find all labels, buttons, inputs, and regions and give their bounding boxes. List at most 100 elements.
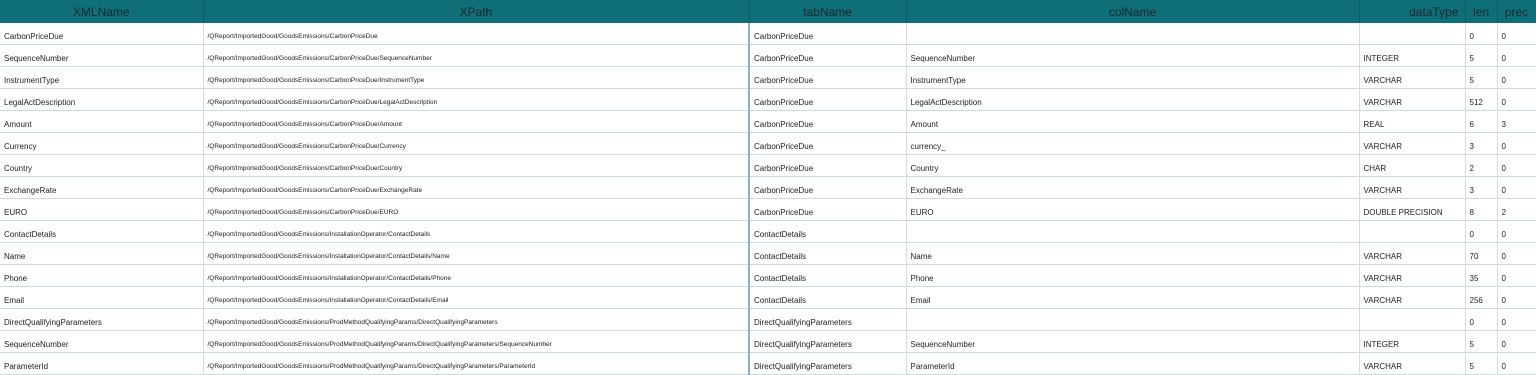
cell-len[interactable]: 3 (1465, 132, 1498, 155)
cell-datatype[interactable]: VARCHAR (1359, 264, 1466, 287)
cell-colname[interactable]: Phone (906, 264, 1360, 287)
table-row[interactable]: Phone/QReport/ImportedGood/GoodsEmission… (0, 264, 1536, 287)
table-row[interactable]: ParameterId/QReport/ImportedGood/GoodsEm… (0, 352, 1536, 375)
cell-len[interactable]: 0 (1465, 308, 1498, 331)
cell-xpath[interactable]: /QReport/ImportedGood/GoodsEmissions/Ins… (203, 264, 750, 287)
cell-len[interactable]: 5 (1465, 44, 1498, 67)
cell-prec[interactable]: 3 (1497, 110, 1536, 133)
cell-len[interactable]: 0 (1465, 23, 1498, 45)
header-prec[interactable]: prec (1497, 0, 1536, 23)
cell-len[interactable]: 70 (1465, 242, 1498, 265)
cell-tabname[interactable]: ContactDetails (748, 220, 907, 243)
cell-datatype[interactable]: VARCHAR (1359, 132, 1466, 155)
cell-colname[interactable]: currency_ (906, 132, 1360, 155)
cell-tabname[interactable]: ContactDetails (748, 264, 907, 287)
cell-xpath[interactable]: /QReport/ImportedGood/GoodsEmissions/Car… (203, 132, 750, 155)
table-row[interactable]: Currency/QReport/ImportedGood/GoodsEmiss… (0, 132, 1536, 155)
cell-colname[interactable]: InstrumentType (906, 66, 1360, 89)
cell-datatype[interactable]: VARCHAR (1359, 242, 1466, 265)
cell-prec[interactable]: 0 (1497, 242, 1536, 265)
cell-colname[interactable]: SequenceNumber (906, 44, 1360, 67)
cell-len[interactable]: 256 (1465, 286, 1498, 309)
cell-colname[interactable]: Email (906, 286, 1360, 309)
cell-datatype[interactable] (1359, 23, 1466, 45)
cell-datatype[interactable] (1359, 308, 1466, 331)
cell-tabname[interactable]: CarbonPriceDue (748, 176, 907, 199)
cell-xpath[interactable]: /QReport/ImportedGood/GoodsEmissions/Car… (203, 66, 750, 89)
cell-datatype[interactable]: VARCHAR (1359, 176, 1466, 199)
cell-xmlname[interactable]: SequenceNumber (0, 330, 204, 353)
cell-xmlname[interactable]: DirectQualifyingParameters (0, 308, 204, 331)
table-row[interactable]: CarbonPriceDue/QReport/ImportedGood/Good… (0, 23, 1536, 45)
cell-datatype[interactable] (1359, 220, 1466, 243)
table-row[interactable]: InstrumentType/QReport/ImportedGood/Good… (0, 66, 1536, 89)
cell-colname[interactable] (906, 23, 1360, 45)
cell-prec[interactable]: 0 (1497, 286, 1536, 309)
cell-tabname[interactable]: ContactDetails (748, 242, 907, 265)
table-row[interactable]: SequenceNumber/QReport/ImportedGood/Good… (0, 44, 1536, 67)
cell-tabname[interactable]: CarbonPriceDue (748, 44, 907, 67)
cell-tabname[interactable]: DirectQualifyingParameters (748, 308, 907, 331)
table-row[interactable]: DirectQualifyingParameters/QReport/Impor… (0, 308, 1536, 331)
cell-datatype[interactable]: DOUBLE PRECISION (1359, 198, 1466, 221)
cell-xmlname[interactable]: ContactDetails (0, 220, 204, 243)
cell-prec[interactable]: 0 (1497, 44, 1536, 67)
cell-len[interactable]: 0 (1465, 220, 1498, 243)
cell-xmlname[interactable]: Amount (0, 110, 204, 133)
cell-xpath[interactable]: /QReport/ImportedGood/GoodsEmissions/Car… (203, 176, 750, 199)
table-row[interactable]: Country/QReport/ImportedGood/GoodsEmissi… (0, 154, 1536, 177)
cell-prec[interactable]: 0 (1497, 66, 1536, 89)
cell-xpath[interactable]: /QReport/ImportedGood/GoodsEmissions/Ins… (203, 220, 750, 243)
cell-len[interactable]: 5 (1465, 66, 1498, 89)
cell-xpath[interactable]: /QReport/ImportedGood/GoodsEmissions/Car… (203, 88, 750, 111)
cell-xmlname[interactable]: Currency (0, 132, 204, 155)
cell-prec[interactable]: 2 (1497, 198, 1536, 221)
cell-datatype[interactable]: VARCHAR (1359, 352, 1466, 375)
cell-xmlname[interactable]: Name (0, 242, 204, 265)
cell-prec[interactable]: 0 (1497, 220, 1536, 243)
cell-colname[interactable]: EURO (906, 198, 1360, 221)
cell-xpath[interactable]: /QReport/ImportedGood/GoodsEmissions/Car… (203, 23, 750, 45)
header-len[interactable]: len (1465, 0, 1498, 23)
cell-datatype[interactable]: VARCHAR (1359, 286, 1466, 309)
cell-colname[interactable] (906, 308, 1360, 331)
cell-prec[interactable]: 0 (1497, 352, 1536, 375)
table-row[interactable]: Email/QReport/ImportedGood/GoodsEmission… (0, 286, 1536, 309)
cell-tabname[interactable]: CarbonPriceDue (748, 88, 907, 111)
cell-tabname[interactable]: CarbonPriceDue (748, 154, 907, 177)
cell-datatype[interactable]: REAL (1359, 110, 1466, 133)
cell-tabname[interactable]: ContactDetails (748, 286, 907, 309)
cell-xmlname[interactable]: Phone (0, 264, 204, 287)
cell-colname[interactable]: ExchangeRate (906, 176, 1360, 199)
header-datatype[interactable]: dataType (1359, 0, 1466, 23)
cell-xmlname[interactable]: CarbonPriceDue (0, 23, 204, 45)
header-xmlname[interactable]: XMLName (0, 0, 204, 23)
cell-datatype[interactable]: INTEGER (1359, 44, 1466, 67)
cell-colname[interactable]: Amount (906, 110, 1360, 133)
cell-prec[interactable]: 0 (1497, 330, 1536, 353)
cell-datatype[interactable]: VARCHAR (1359, 66, 1466, 89)
cell-len[interactable]: 3 (1465, 176, 1498, 199)
cell-prec[interactable]: 0 (1497, 154, 1536, 177)
table-row[interactable]: SequenceNumber/QReport/ImportedGood/Good… (0, 330, 1536, 353)
cell-len[interactable]: 5 (1465, 352, 1498, 375)
cell-tabname[interactable]: CarbonPriceDue (748, 132, 907, 155)
cell-prec[interactable]: 0 (1497, 132, 1536, 155)
table-row[interactable]: ExchangeRate/QReport/ImportedGood/GoodsE… (0, 176, 1536, 199)
cell-xpath[interactable]: /QReport/ImportedGood/GoodsEmissions/Car… (203, 110, 750, 133)
cell-colname[interactable]: Name (906, 242, 1360, 265)
cell-xpath[interactable]: /QReport/ImportedGood/GoodsEmissions/Ins… (203, 242, 750, 265)
header-colname[interactable]: colName (906, 0, 1360, 23)
cell-xmlname[interactable]: ParameterId (0, 352, 204, 375)
cell-prec[interactable]: 0 (1497, 88, 1536, 111)
table-row[interactable]: ContactDetails/QReport/ImportedGood/Good… (0, 220, 1536, 243)
cell-len[interactable]: 5 (1465, 330, 1498, 353)
cell-prec[interactable]: 0 (1497, 264, 1536, 287)
cell-len[interactable]: 35 (1465, 264, 1498, 287)
cell-xpath[interactable]: /QReport/ImportedGood/GoodsEmissions/Pro… (203, 352, 750, 375)
cell-xmlname[interactable]: EURO (0, 198, 204, 221)
cell-colname[interactable]: SequenceNumber (906, 330, 1360, 353)
cell-tabname[interactable]: DirectQualifyingParameters (748, 330, 907, 353)
cell-xpath[interactable]: /QReport/ImportedGood/GoodsEmissions/Car… (203, 198, 750, 221)
cell-tabname[interactable]: DirectQualifyingParameters (748, 352, 907, 375)
